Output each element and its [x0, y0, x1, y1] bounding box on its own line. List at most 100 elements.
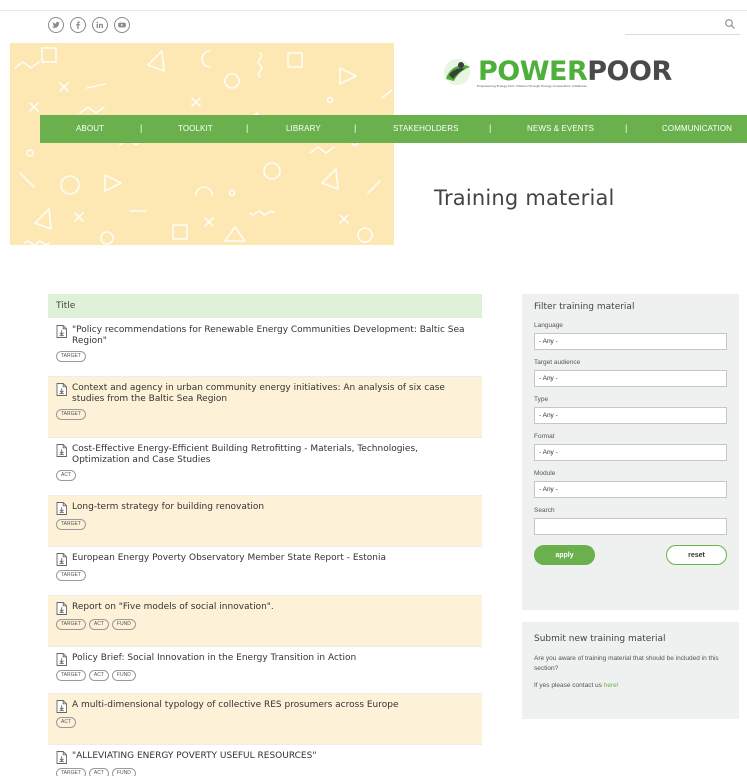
nav-separator: |	[489, 123, 492, 133]
list-item-title-text[interactable]: Long-term strategy for building renovati…	[72, 502, 264, 513]
module-label: Module	[534, 470, 556, 477]
tag-badge[interactable]: ACT	[88, 670, 109, 681]
type-label: Type	[534, 396, 549, 403]
list-item-title[interactable]: "Policy recommendations for Renewable En…	[56, 325, 474, 347]
nav-item-toolkit[interactable]: TOOLKIT	[178, 124, 213, 133]
tag-badge[interactable]: TARGET	[56, 619, 86, 630]
list-item-title[interactable]: Policy Brief: Social Innovation in the E…	[56, 653, 474, 666]
search-input[interactable]	[534, 518, 727, 535]
tag-list: TARGET ACT FUND	[56, 619, 474, 630]
social-links	[48, 17, 130, 33]
material-list: "Policy recommendations for Renewable En…	[48, 319, 482, 776]
document-download-icon[interactable]	[56, 751, 67, 764]
list-item-title[interactable]: Report on "Five models of social innovat…	[56, 602, 474, 615]
tag-badge[interactable]: ACT	[56, 717, 76, 728]
nav-item-news-events[interactable]: NEWS & EVENTS	[527, 124, 594, 133]
list-item-title-text[interactable]: "Policy recommendations for Renewable En…	[72, 325, 474, 347]
document-download-icon[interactable]	[56, 602, 67, 615]
list-item-title[interactable]: A multi-dimensional typology of collecti…	[56, 700, 474, 713]
tag-list: TARGET ACT FUND	[56, 670, 474, 681]
list-item-title-text[interactable]: "ALLEVIATING ENERGY POVERTY USEFUL RESOU…	[72, 751, 316, 762]
language-select[interactable]: - Any -	[534, 333, 727, 350]
document-download-icon[interactable]	[56, 553, 67, 566]
list-item-title[interactable]: European Energy Poverty Observatory Memb…	[56, 553, 474, 566]
tag-list: TARGET	[56, 351, 474, 362]
tag-list: ACT	[56, 717, 474, 728]
nav-separator: |	[140, 123, 143, 133]
document-download-icon[interactable]	[56, 383, 67, 396]
list-item: "Policy recommendations for Renewable En…	[48, 319, 482, 377]
language-label: Language	[534, 322, 563, 329]
nav-item-library[interactable]: LIBRARY	[286, 124, 321, 133]
main-nav: ABOUT | TOOLKIT | LIBRARY | STAKEHOLDERS…	[40, 115, 747, 143]
list-item: "ALLEVIATING ENERGY POVERTY USEFUL RESOU…	[48, 745, 482, 776]
list-item-title-text[interactable]: A multi-dimensional typology of collecti…	[72, 700, 399, 711]
format-select[interactable]: - Any -	[534, 444, 727, 461]
contact-prefix: If yes please contact us	[534, 682, 604, 689]
page-title: Training material	[434, 186, 615, 210]
top-divider	[0, 10, 747, 11]
list-item: Context and agency in urban community en…	[48, 377, 482, 438]
powerpoor-logo[interactable]: POWERPOOR Empowering Energy Poor Citizen…	[440, 56, 672, 88]
hero-pattern-image	[10, 43, 394, 245]
table-header-title[interactable]: Title	[48, 294, 482, 318]
list-item: European Energy Poverty Observatory Memb…	[48, 547, 482, 596]
tag-badge[interactable]: ACT	[88, 619, 109, 630]
tag-badge[interactable]: TARGET	[56, 570, 86, 581]
nav-separator: |	[246, 123, 249, 133]
tag-badge[interactable]: ACT	[56, 470, 76, 481]
search-icon[interactable]	[724, 18, 736, 30]
list-item-title-text[interactable]: Report on "Five models of social innovat…	[72, 602, 274, 613]
tag-badge[interactable]: TARGET	[56, 409, 86, 420]
facebook-icon[interactable]	[70, 17, 86, 33]
twitter-icon[interactable]	[48, 17, 64, 33]
logo-text-power: POWER	[478, 56, 588, 87]
list-item: A multi-dimensional typology of collecti…	[48, 694, 482, 745]
list-item-title-text[interactable]: Cost-Effective Energy-Efficient Building…	[72, 444, 474, 466]
tag-list: TARGET	[56, 570, 474, 581]
logo-text-poor: POOR	[587, 56, 672, 87]
list-item: Policy Brief: Social Innovation in the E…	[48, 647, 482, 694]
logo-tagline: Empowering Energy Poor Citizens through …	[477, 84, 587, 88]
tag-badge[interactable]: TARGET	[56, 768, 86, 776]
header-search-input[interactable]	[625, 17, 740, 35]
document-download-icon[interactable]	[56, 653, 67, 666]
format-label: Format	[534, 433, 555, 440]
list-item: Long-term strategy for building renovati…	[48, 496, 482, 547]
type-select[interactable]: - Any -	[534, 407, 727, 424]
target-audience-select[interactable]: - Any -	[534, 370, 727, 387]
reset-button[interactable]: reset	[666, 545, 727, 565]
list-item-title-text[interactable]: European Energy Poverty Observatory Memb…	[72, 553, 386, 564]
linkedin-icon[interactable]	[92, 17, 108, 33]
tag-badge[interactable]: FUND	[111, 619, 136, 630]
module-select[interactable]: - Any -	[534, 481, 727, 498]
contact-here-link[interactable]: here!	[604, 682, 619, 689]
list-item-title[interactable]: Cost-Effective Energy-Efficient Building…	[56, 444, 474, 466]
list-item-title[interactable]: Long-term strategy for building renovati…	[56, 502, 474, 515]
list-item-title[interactable]: Context and agency in urban community en…	[56, 383, 474, 405]
tag-list: TARGET	[56, 519, 474, 530]
youtube-icon[interactable]	[114, 17, 130, 33]
tag-badge[interactable]: TARGET	[56, 519, 86, 530]
list-item-title-text[interactable]: Policy Brief: Social Innovation in the E…	[72, 653, 356, 664]
tag-badge[interactable]: TARGET	[56, 351, 86, 362]
nav-item-stakeholders[interactable]: STAKEHOLDERS	[393, 124, 459, 133]
tag-badge[interactable]: ACT	[88, 768, 109, 776]
document-download-icon[interactable]	[56, 325, 67, 338]
tag-badge[interactable]: TARGET	[56, 670, 86, 681]
target-audience-label: Target audience	[534, 359, 581, 366]
list-item-title-text[interactable]: Context and agency in urban community en…	[72, 383, 474, 405]
nav-item-about[interactable]: ABOUT	[76, 124, 104, 133]
tag-list: TARGET	[56, 409, 474, 420]
apply-button[interactable]: apply	[534, 545, 595, 565]
tag-badge[interactable]: FUND	[111, 670, 136, 681]
tag-list: TARGET ACT FUND	[56, 768, 474, 776]
list-item-title[interactable]: "ALLEVIATING ENERGY POVERTY USEFUL RESOU…	[56, 751, 474, 764]
document-download-icon[interactable]	[56, 502, 67, 515]
submit-panel-title: Submit new training material	[534, 634, 666, 644]
document-download-icon[interactable]	[56, 700, 67, 713]
nav-item-communication[interactable]: COMMUNICATION	[662, 124, 732, 133]
document-download-icon[interactable]	[56, 444, 67, 457]
tag-badge[interactable]: FUND	[111, 768, 136, 776]
submit-contact-text: If yes please contact us here!	[534, 681, 727, 691]
